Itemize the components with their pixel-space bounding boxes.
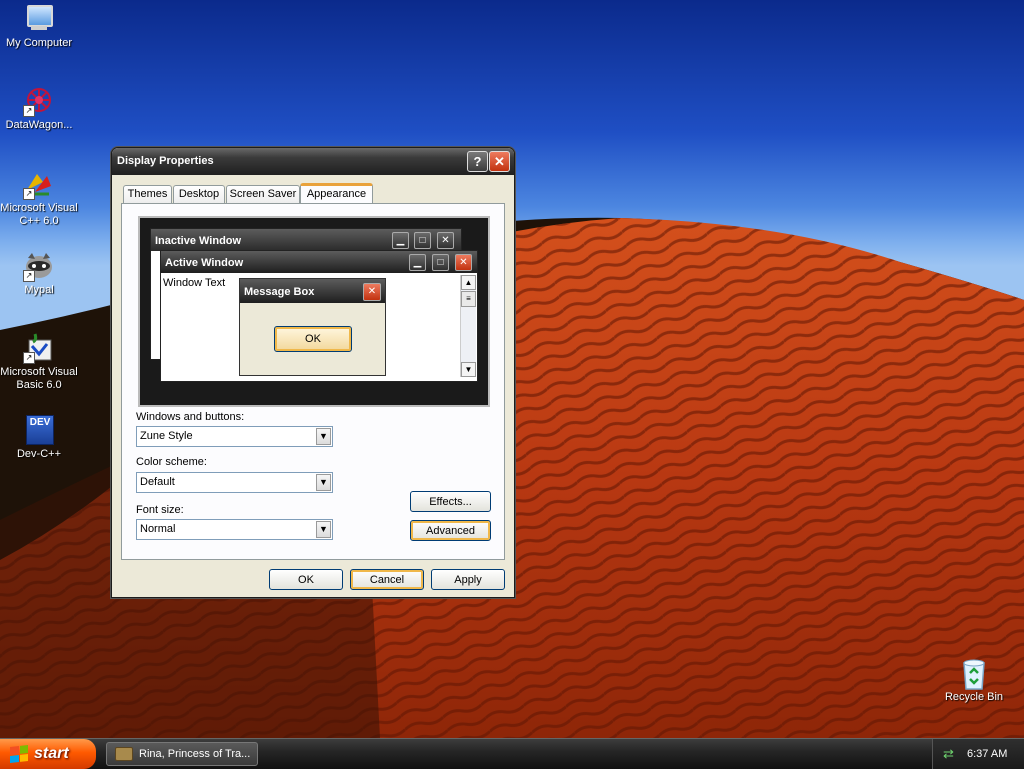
tab-label: Appearance	[306, 188, 367, 200]
desktop-icon-recycle-bin[interactable]: Recycle Bin	[934, 657, 1014, 704]
preview-scrollbar: ▲ ≡ ▼	[460, 275, 476, 377]
color-scheme-select[interactable]: Default ▼	[136, 472, 333, 493]
taskbar-item-label: Rina, Princess of Tra...	[139, 748, 251, 760]
color-scheme-label: Color scheme:	[136, 456, 207, 468]
close-icon: ✕	[363, 283, 381, 301]
ok-button[interactable]: OK	[269, 569, 343, 590]
chevron-down-icon[interactable]: ▼	[316, 474, 331, 491]
tab-label: Themes	[127, 188, 168, 200]
close-icon: ✕	[494, 154, 505, 169]
scroll-down-icon: ▼	[461, 362, 476, 377]
cancel-label: Cancel	[369, 574, 405, 586]
windows-buttons-label: Windows and buttons:	[136, 411, 245, 423]
desktop-icon-label: My Computer	[5, 37, 73, 49]
preview-active-title: Active Window	[165, 257, 244, 269]
tab-screen-saver[interactable]: Screen Saver	[226, 185, 300, 204]
tab-themes[interactable]: Themes	[123, 185, 172, 204]
font-size-label: Font size:	[136, 504, 184, 516]
start-label: start	[34, 745, 69, 762]
system-tray: ⇄ 6:37 AM	[932, 739, 1024, 769]
font-size-value: Normal	[140, 523, 176, 535]
apply-label: Apply	[454, 574, 482, 586]
taskbar-item-rina[interactable]: Rina, Princess of Tra...	[106, 742, 258, 766]
tab-label: Desktop	[178, 188, 220, 200]
tab-desktop[interactable]: Desktop	[173, 185, 225, 204]
desktop-icon-my-computer[interactable]: My Computer	[0, 3, 79, 50]
advanced-label: Advanced	[426, 525, 475, 537]
windows-logo-icon	[10, 745, 28, 763]
computer-icon	[23, 3, 55, 35]
maximize-icon: □	[414, 232, 431, 249]
desktop-icon-label: DataWagon...	[5, 119, 73, 131]
chevron-down-icon[interactable]: ▼	[316, 428, 331, 445]
preview-ok-label: OK	[305, 333, 321, 345]
color-scheme-value: Default	[140, 476, 175, 488]
visual-basic-icon: ↗	[23, 332, 55, 364]
close-icon: ✕	[437, 232, 454, 249]
desktop-icon-mypal[interactable]: ↗ Mypal	[0, 250, 79, 297]
chevron-down-icon[interactable]: ▼	[316, 521, 331, 538]
preview-ok-button: OK	[274, 326, 352, 352]
appearance-preview: Inactive Window ▁ □ ✕ Active Window ▁ □ …	[138, 216, 490, 407]
cancel-button[interactable]: Cancel	[350, 569, 424, 590]
advanced-button[interactable]: Advanced	[410, 520, 491, 541]
clock[interactable]: 6:37 AM	[967, 748, 1007, 760]
question-mark-icon: ?	[473, 154, 482, 169]
effects-label: Effects...	[429, 496, 472, 508]
dev-badge-text: DEV	[29, 417, 51, 428]
desktop-icon-label: Recycle Bin	[944, 691, 1004, 703]
scroll-up-icon: ▲	[461, 275, 476, 290]
desktop-icon-datawagon[interactable]: ↗ DataWagon...	[0, 85, 79, 132]
effects-button[interactable]: Effects...	[410, 491, 491, 512]
preview-message-title: Message Box	[244, 286, 315, 298]
application-icon	[115, 747, 133, 761]
datawagon-icon: ↗	[23, 85, 55, 117]
window-titlebar[interactable]: Display Properties ? ✕	[112, 148, 514, 175]
window-title: Display Properties	[117, 155, 214, 167]
dev-cpp-icon: DEV	[23, 414, 55, 446]
close-icon: ✕	[455, 254, 472, 271]
apply-button[interactable]: Apply	[431, 569, 505, 590]
desktop-icon-visual-cpp[interactable]: ↗ Microsoft Visual C++ 6.0	[0, 168, 79, 228]
font-size-select[interactable]: Normal ▼	[136, 519, 333, 540]
close-button[interactable]: ✕	[489, 151, 510, 172]
ok-label: OK	[298, 574, 314, 586]
maximize-icon: □	[432, 254, 449, 271]
desktop-icon-label: Microsoft Visual C++ 6.0	[0, 202, 78, 227]
tab-label: Screen Saver	[229, 188, 297, 200]
appearance-panel: Inactive Window ▁ □ ✕ Active Window ▁ □ …	[121, 203, 505, 560]
minimize-icon: ▁	[409, 254, 426, 271]
desktop-icon-label: Mypal	[24, 284, 54, 296]
network-icon[interactable]: ⇄	[943, 747, 957, 761]
minimize-icon: ▁	[392, 232, 409, 249]
preview-inactive-title: Inactive Window	[155, 235, 242, 247]
desktop-icon-visual-basic[interactable]: ↗ Microsoft Visual Basic 6.0	[0, 332, 79, 392]
windows-buttons-select[interactable]: Zune Style ▼	[136, 426, 333, 447]
mypal-raccoon-icon: ↗	[23, 250, 55, 282]
desktop-icon-label: Dev-C++	[16, 448, 62, 460]
recycle-bin-icon	[958, 657, 990, 690]
preview-active-window: Active Window ▁ □ ✕ Window Text ▲ ≡ ▼ Me…	[160, 250, 478, 382]
desktop-icon-label: Microsoft Visual Basic 6.0	[0, 366, 78, 391]
taskbar: start Rina, Princess of Tra... ⇄ 6:37 AM	[0, 738, 1024, 769]
desktop-icon-dev-cpp[interactable]: DEV Dev-C++	[0, 414, 79, 461]
start-button[interactable]: start	[0, 739, 96, 769]
display-properties-window: Display Properties ? ✕ Themes Desktop Sc…	[111, 147, 515, 598]
help-button[interactable]: ?	[467, 151, 488, 172]
windows-buttons-value: Zune Style	[140, 430, 193, 442]
scroll-thumb: ≡	[461, 291, 476, 307]
visual-cpp-icon: ↗	[23, 168, 55, 200]
preview-window-text: Window Text	[163, 277, 226, 289]
preview-message-box: Message Box ✕ OK	[239, 278, 386, 376]
